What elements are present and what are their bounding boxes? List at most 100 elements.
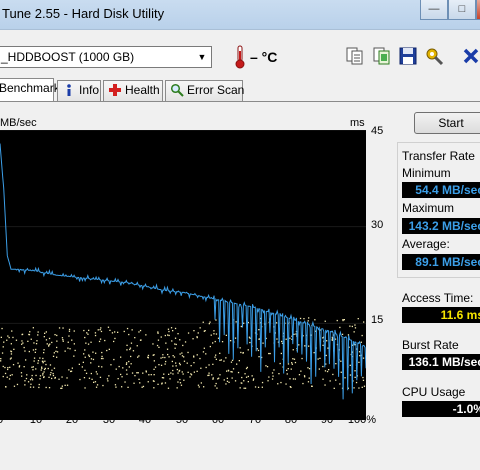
scatter-point — [108, 348, 110, 350]
scatter-point — [211, 374, 213, 376]
scatter-point — [349, 374, 352, 376]
scatter-point — [354, 327, 357, 329]
scatter-point — [64, 384, 66, 386]
scatter-point — [7, 367, 9, 369]
scatter-point — [117, 378, 119, 380]
chevron-down-icon[interactable]: ▼ — [193, 47, 211, 67]
scatter-point — [358, 387, 360, 389]
scatter-point — [162, 354, 164, 356]
scatter-point — [243, 380, 245, 382]
maximize-button[interactable]: □ — [448, 0, 476, 20]
scatter-point — [174, 347, 176, 349]
scatter-point — [11, 374, 13, 376]
scatter-point — [359, 355, 361, 357]
scatter-point — [164, 363, 166, 365]
scatter-point — [110, 364, 112, 366]
scatter-point — [193, 371, 195, 373]
scatter-point — [190, 365, 192, 367]
minimum-value: 54.4 MB/sec — [402, 182, 480, 198]
scatter-point — [115, 386, 117, 388]
scatter-point — [157, 331, 159, 333]
scatter-point — [273, 369, 275, 371]
scatter-point — [238, 360, 240, 362]
minimize-button[interactable]: — — [420, 0, 448, 20]
scatter-point — [90, 358, 93, 360]
scatter-point — [67, 341, 69, 343]
scatter-point — [53, 367, 56, 369]
copy-text-icon[interactable] — [344, 45, 366, 67]
scatter-point — [203, 330, 205, 332]
scatter-point — [152, 343, 154, 345]
scatter-point — [170, 327, 173, 329]
scatter-point — [202, 321, 204, 323]
scatter-point — [34, 351, 36, 353]
scatter-point — [333, 387, 335, 389]
tab-benchmark[interactable]: Benchmark — [0, 78, 60, 101]
scatter-point — [95, 386, 98, 388]
scatter-point — [247, 375, 249, 378]
scatter-point — [120, 373, 122, 376]
scatter-point — [219, 374, 221, 376]
scatter-point — [196, 336, 198, 338]
scatter-point — [325, 354, 327, 357]
scatter-point — [186, 362, 188, 364]
close-button[interactable] — [476, 0, 480, 20]
scatter-point — [147, 381, 149, 383]
scatter-point — [251, 375, 253, 377]
scatter-point — [136, 372, 138, 374]
start-button[interactable]: Start — [414, 112, 480, 134]
scatter-point — [68, 335, 70, 337]
scatter-point — [11, 330, 13, 332]
scatter-point — [164, 356, 166, 359]
scatter-point — [10, 343, 12, 345]
scatter-point — [18, 366, 20, 368]
options-icon[interactable] — [423, 45, 445, 67]
scatter-point — [38, 383, 40, 386]
scatter-point — [164, 382, 167, 384]
scatter-point — [180, 384, 183, 386]
scatter-point — [358, 351, 361, 353]
scatter-point — [362, 379, 365, 381]
scatter-point — [28, 333, 30, 336]
scatter-point — [293, 358, 296, 360]
scatter-point — [10, 350, 12, 352]
scatter-point — [69, 348, 71, 350]
health-cross-icon — [109, 84, 121, 96]
scatter-point — [42, 372, 44, 375]
copy-screenshot-icon[interactable] — [371, 45, 393, 67]
maximum-value: 143.2 MB/sec — [402, 218, 480, 234]
scatter-point — [212, 377, 214, 379]
scatter-point — [360, 341, 362, 343]
scatter-point — [308, 377, 310, 379]
access-time-value: 11.6 ms — [402, 307, 480, 323]
scatter-point — [38, 386, 40, 389]
scatter-point — [153, 387, 155, 389]
tab-error-scan[interactable]: Error Scan — [165, 80, 244, 101]
scatter-point — [127, 386, 129, 388]
scatter-point — [83, 329, 85, 332]
drive-select[interactable]: _HDDBOOST (1000 GB) ▼ — [0, 46, 212, 68]
scatter-point — [35, 368, 37, 370]
scatter-point — [157, 332, 159, 334]
scatter-point — [219, 352, 221, 354]
save-icon[interactable] — [397, 45, 419, 67]
tab-info[interactable]: Info — [57, 80, 101, 101]
exit-icon[interactable] — [460, 45, 480, 67]
scatter-point — [86, 332, 88, 334]
scatter-point — [172, 365, 174, 367]
scatter-point — [0, 358, 2, 360]
right-tick-label: 30 — [371, 219, 384, 231]
cpu-usage-value: -1.0% — [402, 401, 480, 417]
scatter-point — [322, 344, 324, 346]
scatter-point — [261, 386, 263, 388]
tab-health[interactable]: Health — [103, 80, 163, 101]
scatter-point — [353, 331, 355, 333]
scatter-point — [189, 376, 191, 378]
scatter-point — [73, 330, 75, 332]
scatter-point — [26, 374, 28, 376]
scatter-point — [256, 348, 258, 350]
scatter-point — [178, 370, 180, 372]
scatter-point — [225, 383, 227, 385]
scatter-point — [145, 371, 147, 373]
scatter-point — [71, 339, 73, 341]
